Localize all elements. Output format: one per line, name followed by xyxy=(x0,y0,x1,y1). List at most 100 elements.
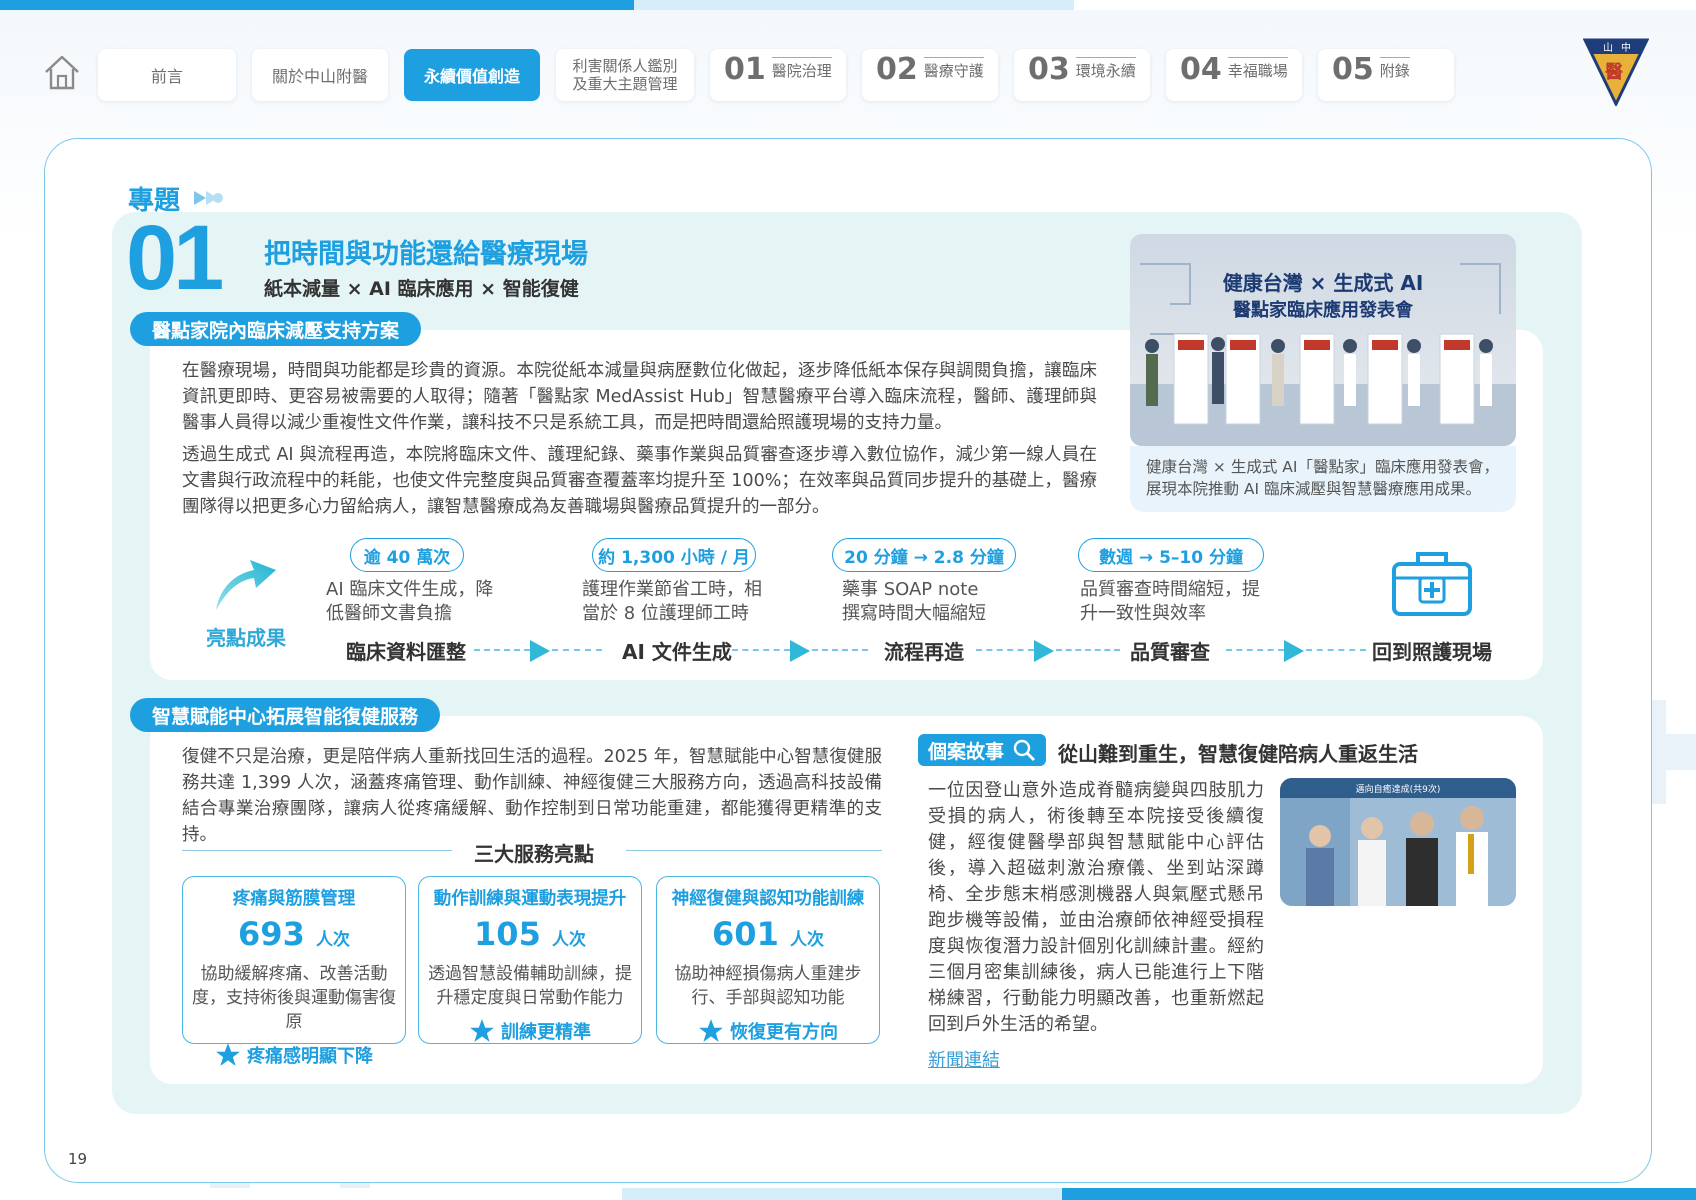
star-icon xyxy=(216,1043,240,1066)
service-card-description: 協助神經損傷病人重建步行、手部與認知功能 xyxy=(674,964,862,1008)
highlight-metric-badge: 20 分鐘 → 2.8 分鐘 xyxy=(832,538,1016,572)
service-card-value: 693 xyxy=(238,915,305,953)
highlight-description: AI 臨床文件生成，降低醫師文書負擔 xyxy=(326,579,494,624)
event-photo: 健康台灣 × 生成式 AI 醫點家臨床應用發表會 xyxy=(1130,234,1516,446)
service-card: 神經復健與認知功能訓練 601 人次 協助神經損傷病人重建步行、手部與認知功能 … xyxy=(656,876,880,1044)
double-arrow-icon xyxy=(194,191,223,205)
flow-connector xyxy=(732,649,790,651)
banner-line-1: 健康台灣 × 生成式 AI xyxy=(1223,271,1424,295)
hospital-logo[interactable]: 山 中 醫 xyxy=(1583,36,1649,106)
service-card-description: 協助緩解疼痛、改善活動度，支持術後與運動傷害復原 xyxy=(192,964,396,1032)
home-icon[interactable] xyxy=(42,52,82,92)
service-card-footer-label: 訓練更精準 xyxy=(501,1022,591,1043)
section2-paragraph: 復健不只是治療，更是陪伴病人重新找回生活的過程。2025 年，智慧賦能中心智慧復… xyxy=(182,747,882,845)
highlight-metric-badge: 約 1,300 小時 / 月 xyxy=(592,538,756,572)
flow-step: 回到照護現場 xyxy=(1372,640,1492,664)
case-story-title: 從山難到重生，智慧復健陪病人重返生活 xyxy=(1058,742,1418,766)
nav-tab-label-line: 利害關係人鑑別 xyxy=(572,57,678,75)
patient-photo: 邁向自癒達成(共9次) xyxy=(1280,778,1516,906)
nav-tab-chapter-01[interactable]: 01 醫院治理 xyxy=(710,49,846,101)
highlight-description: 護理作業節省工時，相當於 8 位護理師工時 xyxy=(582,579,762,624)
highlight-metric-badge: 逾 40 萬次 xyxy=(350,538,464,572)
news-link[interactable]: 新聞連結 xyxy=(928,1046,1000,1072)
flow-arrow-icon xyxy=(530,640,550,662)
chapter-number: 04 xyxy=(1180,52,1222,87)
upward-arrow-icon xyxy=(216,560,276,610)
flow-step: 品質審查 xyxy=(1130,640,1210,664)
nav-tab-chapter-02[interactable]: 02 醫療守護 xyxy=(862,49,998,101)
section2-heading: 智慧賦能中心拓展智能復健服務 xyxy=(130,698,441,732)
section1-paragraph-1: 在醫療現場，時間與功能都是珍貴的資源。本院從紙本減量與病歷數位化做起，逐步降低紙… xyxy=(182,361,1097,433)
highlight-metric-badge: 數週 → 5–10 分鐘 xyxy=(1078,538,1264,572)
chapter-label: 醫院治理 xyxy=(771,57,832,81)
flow-connector xyxy=(474,649,530,651)
service-card-value-row: 601 人次 xyxy=(657,914,879,960)
flow-connector xyxy=(552,649,602,651)
service-card-value-row: 693 人次 xyxy=(183,914,405,960)
nav-tab-label-line: 及重大主題管理 xyxy=(572,75,678,93)
service-card-footer: 恢復更有方向 xyxy=(657,1018,879,1044)
nav-tab-label: 前言 xyxy=(150,67,183,86)
logo-text: 中 xyxy=(1621,41,1631,54)
topic-number: 01 xyxy=(126,207,224,309)
search-icon xyxy=(1013,739,1036,761)
services-title: 三大服務亮點 xyxy=(474,842,594,866)
nav-tab-label: 關於中山附醫 xyxy=(271,67,368,86)
flow-step: 臨床資料匯整 xyxy=(346,640,466,664)
case-story-tag: 個案故事 xyxy=(918,734,1047,766)
divider xyxy=(182,850,452,851)
service-card-value: 601 xyxy=(712,915,779,953)
service-card-title: 動作訓練與運動表現提升 xyxy=(433,889,627,909)
flow-step: 流程再造 xyxy=(884,640,964,664)
service-card-unit: 人次 xyxy=(315,930,350,950)
service-card-unit: 人次 xyxy=(789,930,824,950)
flow-connector xyxy=(1056,649,1120,651)
event-photo-caption: 健康台灣 × 生成式 AI「醫點家」臨床應用發表會，展現本院推動 AI 臨床減壓… xyxy=(1130,446,1516,512)
highlight-description: 品質審查時間縮短，提升一致性與效率 xyxy=(1080,579,1260,624)
chapter-label: 幸福職場 xyxy=(1227,57,1288,81)
flow-connector xyxy=(812,649,868,651)
chapter-number: 02 xyxy=(876,52,918,87)
case-story-text: 一位因登山意外造成脊髓病變與四肢肌力受損的病人，術後轉至本院接受後續復健，經復健… xyxy=(928,780,1264,1035)
chapter-label: 附錄 xyxy=(1379,57,1410,81)
service-card-value-row: 105 人次 xyxy=(419,914,641,960)
medical-kit-icon xyxy=(1392,552,1472,616)
nav-tab-chapter-05[interactable]: 05 附錄 xyxy=(1318,49,1454,101)
nav-tab-chapter-03[interactable]: 03 環境永續 xyxy=(1014,49,1150,101)
flow-arrow-icon xyxy=(790,640,810,662)
chapter-label: 醫療守護 xyxy=(923,57,984,81)
highlight-description: 藥事 SOAP note 撰寫時間大幅縮短 xyxy=(842,579,986,624)
service-card-footer: 訓練更精準 xyxy=(419,1018,641,1044)
section1-paragraph-2: 透過生成式 AI 與流程再造，本院將臨床文件、護理紀錄、藥事作業與品質審查逐步導… xyxy=(182,445,1097,517)
flow-arrow-icon xyxy=(1034,640,1054,662)
nav-tab-chapter-04[interactable]: 04 幸福職場 xyxy=(1166,49,1302,101)
service-card: 疼痛與筋膜管理 693 人次 協助緩解疼痛、改善活動度，支持術後與運動傷害復原 … xyxy=(182,876,406,1067)
divider xyxy=(626,850,882,851)
service-card-title: 神經復健與認知功能訓練 xyxy=(671,889,865,909)
service-card-unit: 人次 xyxy=(551,930,586,950)
logo-text: 醫 xyxy=(1605,62,1623,83)
chapter-label: 環境永續 xyxy=(1075,57,1136,81)
star-icon xyxy=(699,1019,723,1042)
topic-subtitle: 紙本減量 × AI 臨床應用 × 智能復健 xyxy=(264,278,579,300)
chapter-number: 01 xyxy=(724,52,766,87)
banner-line-2: 醫點家臨床應用發表會 xyxy=(1233,299,1414,321)
nav-tab-sustainability-value[interactable]: 永續價值創造 xyxy=(404,49,540,101)
flow-step: AI 文件生成 xyxy=(622,640,732,664)
nav-tab-about[interactable]: 關於中山附醫 xyxy=(252,49,388,101)
highlights-label: 亮點成果 xyxy=(206,626,286,650)
service-card-footer: 疼痛感明顯下降 xyxy=(183,1042,405,1068)
service-card-footer-label: 疼痛感明顯下降 xyxy=(247,1046,373,1067)
service-card-description: 透過智慧設備輔助訓練，提升穩定度與日常動作能力 xyxy=(428,964,632,1008)
topic-title: 把時間與功能還給醫療現場 xyxy=(264,239,588,270)
service-card-title: 疼痛與筋膜管理 xyxy=(232,889,356,909)
service-card-footer-label: 恢復更有方向 xyxy=(730,1022,838,1043)
photo-banner: 邁向自癒達成(共9次) xyxy=(1356,783,1441,795)
nav-tab-preface[interactable]: 前言 xyxy=(98,49,236,101)
flow-connector xyxy=(976,649,1034,651)
nav-tab-stakeholders[interactable]: 利害關係人鑑別 及重大主題管理 xyxy=(556,49,694,101)
bottom-accent-bar-light xyxy=(622,1188,1062,1200)
section1-heading: 醫點家院內臨床減壓支持方案 xyxy=(130,312,422,346)
service-card: 動作訓練與運動表現提升 105 人次 透過智慧設備輔助訓練，提升穩定度與日常動作… xyxy=(418,876,642,1044)
top-accent-bar xyxy=(0,0,634,10)
